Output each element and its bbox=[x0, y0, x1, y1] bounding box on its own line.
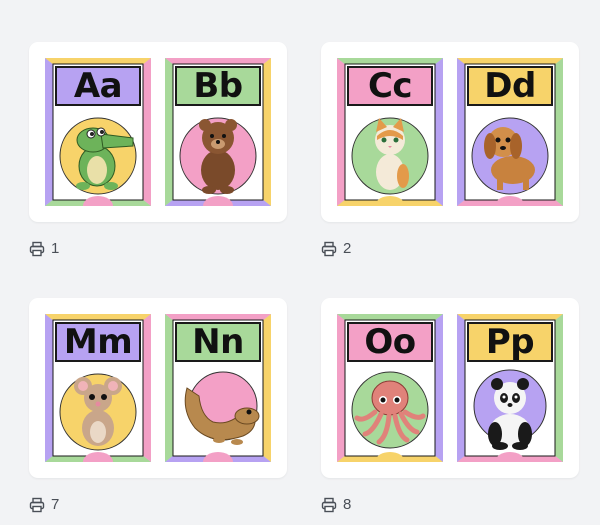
letter-box: Mm bbox=[55, 322, 141, 362]
letter-box: Pp bbox=[467, 322, 553, 362]
newt-illustration bbox=[184, 371, 260, 445]
letter-text: Nn bbox=[192, 322, 244, 362]
letter-box: Oo bbox=[347, 322, 433, 362]
flashcard-mm: Mm bbox=[45, 314, 151, 462]
bear-illustration bbox=[179, 117, 257, 195]
letter-text: Bb bbox=[193, 66, 243, 106]
printer-icon bbox=[29, 241, 45, 256]
page-number: 1 bbox=[51, 240, 60, 257]
printer-icon bbox=[29, 497, 45, 512]
page-number: 2 bbox=[343, 240, 352, 257]
page-thumbnail-1[interactable]: Aa Bb bbox=[29, 42, 287, 222]
mouse-illustration bbox=[59, 373, 137, 451]
printer-icon bbox=[321, 241, 337, 256]
page-thumbnail-8[interactable]: Oo Pp bbox=[321, 298, 579, 478]
letter-text: Dd bbox=[484, 66, 536, 106]
octopus-illustration bbox=[351, 371, 429, 449]
flashcard-aa: Aa bbox=[45, 58, 151, 206]
panda-illustration bbox=[473, 369, 547, 450]
page-thumbnail-2[interactable]: Cc Dd bbox=[321, 42, 579, 222]
letter-text: Cc bbox=[367, 66, 413, 106]
flashcard-pp: Pp bbox=[457, 314, 563, 462]
dog-illustration bbox=[471, 117, 549, 195]
flashcard-nn: Nn bbox=[165, 314, 271, 462]
letter-text: Mm bbox=[63, 322, 133, 362]
page-number: 7 bbox=[51, 496, 60, 513]
page-thumbnail-7[interactable]: Mm Nn bbox=[29, 298, 287, 478]
letter-text: Aa bbox=[73, 66, 123, 106]
flashcard-cc: Cc bbox=[337, 58, 443, 206]
letter-text: Oo bbox=[364, 322, 416, 362]
printer-icon bbox=[321, 497, 337, 512]
page-number: 8 bbox=[343, 496, 352, 513]
letter-text: Pp bbox=[485, 322, 535, 362]
page-label-8: 8 bbox=[321, 496, 351, 513]
letter-box: Bb bbox=[175, 66, 261, 106]
letter-box: Cc bbox=[347, 66, 433, 106]
letter-box: Aa bbox=[55, 66, 141, 106]
flashcard-bb: Bb bbox=[165, 58, 271, 206]
page-label-2: 2 bbox=[321, 240, 351, 257]
cat-illustration bbox=[351, 117, 429, 195]
page-label-1: 1 bbox=[29, 240, 59, 257]
flashcard-dd: Dd bbox=[457, 58, 563, 206]
flashcard-oo: Oo bbox=[337, 314, 443, 462]
letter-box: Nn bbox=[175, 322, 261, 362]
crocodile-illustration bbox=[59, 117, 137, 195]
page-label-7: 7 bbox=[29, 496, 59, 513]
letter-box: Dd bbox=[467, 66, 553, 106]
